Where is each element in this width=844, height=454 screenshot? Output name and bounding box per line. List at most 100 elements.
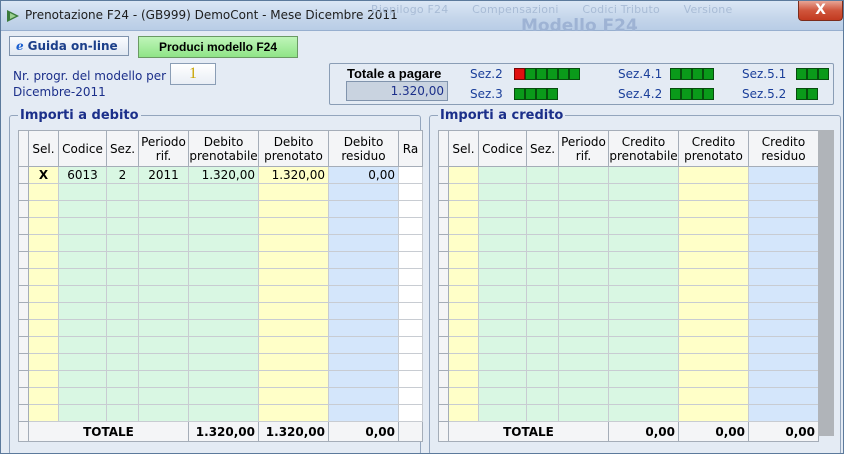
cell-prenotabile[interactable] xyxy=(188,404,259,422)
cell-codice[interactable] xyxy=(58,404,107,422)
cell-periodo[interactable] xyxy=(558,183,609,201)
cell-prenotato[interactable] xyxy=(258,234,329,252)
credito-vertical-scrollbar[interactable] xyxy=(818,130,834,436)
cell-residuo[interactable] xyxy=(748,217,819,235)
cell-codice[interactable] xyxy=(478,200,527,218)
cell-prenotabile[interactable] xyxy=(608,200,679,218)
cell-sez[interactable] xyxy=(526,268,559,286)
cell-residuo[interactable] xyxy=(748,370,819,388)
cell-prenotato[interactable] xyxy=(258,302,329,320)
cell-sel[interactable] xyxy=(28,285,59,303)
col-header-sez[interactable]: Sez. xyxy=(106,130,139,167)
credito-row[interactable] xyxy=(438,353,819,371)
cell-codice[interactable] xyxy=(58,336,107,354)
debito-row[interactable] xyxy=(18,217,423,235)
cell-sez[interactable] xyxy=(106,251,139,269)
credito-row[interactable] xyxy=(438,285,819,303)
cell-residuo[interactable] xyxy=(328,387,399,405)
cell-sel[interactable] xyxy=(448,217,479,235)
help-online-button[interactable]: e Guida on-line xyxy=(9,36,129,56)
cell-prenotabile[interactable] xyxy=(188,200,259,218)
cell-sel[interactable] xyxy=(448,234,479,252)
debito-row[interactable] xyxy=(18,319,423,337)
cell-periodo[interactable] xyxy=(138,302,189,320)
cell-sel[interactable] xyxy=(448,200,479,218)
cell-prenotato[interactable] xyxy=(678,302,749,320)
cell-periodo[interactable] xyxy=(558,200,609,218)
debito-row[interactable] xyxy=(18,251,423,269)
cell-sez[interactable] xyxy=(526,387,559,405)
cell-rate[interactable] xyxy=(398,234,423,252)
cell-residuo[interactable] xyxy=(328,234,399,252)
cell-sel[interactable] xyxy=(28,370,59,388)
debito-row[interactable] xyxy=(18,404,423,422)
cell-sez[interactable] xyxy=(106,336,139,354)
cell-codice[interactable] xyxy=(478,319,527,337)
title-bar[interactable]: Prenotazione F24 - (GB999) DemoCont - Me… xyxy=(1,1,843,36)
cell-codice[interactable] xyxy=(478,387,527,405)
cell-codice[interactable] xyxy=(58,302,107,320)
debito-row[interactable] xyxy=(18,302,423,320)
debito-row[interactable] xyxy=(18,268,423,286)
cell-residuo[interactable] xyxy=(328,268,399,286)
cell-rate[interactable] xyxy=(398,370,423,388)
cell-prenotato[interactable] xyxy=(678,319,749,337)
credito-row[interactable] xyxy=(438,183,819,201)
col-header-sez[interactable]: Sez. xyxy=(526,130,559,167)
cell-prenotato[interactable] xyxy=(258,404,329,422)
cell-sez[interactable] xyxy=(526,302,559,320)
cell-rate[interactable] xyxy=(398,302,423,320)
col-header-codice[interactable]: Codice xyxy=(478,130,527,167)
cell-sez[interactable] xyxy=(526,217,559,235)
cell-residuo[interactable] xyxy=(328,183,399,201)
cell-periodo[interactable] xyxy=(558,319,609,337)
cell-residuo[interactable] xyxy=(748,251,819,269)
cell-prenotabile[interactable] xyxy=(608,319,679,337)
cell-prenotabile[interactable] xyxy=(188,336,259,354)
cell-sez[interactable] xyxy=(526,319,559,337)
credito-row[interactable] xyxy=(438,387,819,405)
cell-sel[interactable] xyxy=(448,166,479,184)
cell-residuo[interactable] xyxy=(748,404,819,422)
cell-prenotato[interactable] xyxy=(678,217,749,235)
cell-residuo[interactable] xyxy=(328,319,399,337)
cell-codice[interactable] xyxy=(478,217,527,235)
cell-residuo[interactable] xyxy=(328,336,399,354)
cell-sel[interactable] xyxy=(28,183,59,201)
cell-prenotato[interactable] xyxy=(678,183,749,201)
cell-sel[interactable] xyxy=(448,251,479,269)
cell-sel[interactable] xyxy=(448,353,479,371)
cell-codice[interactable] xyxy=(478,302,527,320)
cell-prenotabile[interactable]: 1.320,00 xyxy=(188,166,259,184)
credito-table[interactable]: Sel. Codice Sez. Periodo rif. Credito pr… xyxy=(438,130,819,442)
cell-periodo[interactable] xyxy=(138,268,189,286)
cell-sez[interactable] xyxy=(106,200,139,218)
col-header-credito-prenotabile[interactable]: Credito prenotabile xyxy=(608,130,679,167)
cell-codice[interactable] xyxy=(478,268,527,286)
cell-rate[interactable] xyxy=(398,319,423,337)
cell-periodo[interactable] xyxy=(138,183,189,201)
col-header-codice[interactable]: Codice xyxy=(58,130,107,167)
cell-sez[interactable] xyxy=(106,302,139,320)
debito-row[interactable] xyxy=(18,285,423,303)
cell-prenotato[interactable] xyxy=(258,353,329,371)
cell-prenotato[interactable] xyxy=(258,183,329,201)
cell-prenotabile[interactable] xyxy=(188,370,259,388)
cell-sez[interactable] xyxy=(106,234,139,252)
cell-rate[interactable] xyxy=(398,387,423,405)
debito-row[interactable] xyxy=(18,183,423,201)
cell-prenotato[interactable] xyxy=(678,234,749,252)
cell-sez[interactable] xyxy=(106,370,139,388)
cell-prenotato[interactable] xyxy=(678,336,749,354)
cell-prenotato[interactable] xyxy=(258,336,329,354)
cell-sel[interactable] xyxy=(448,183,479,201)
cell-residuo[interactable] xyxy=(748,285,819,303)
cell-rate[interactable] xyxy=(398,200,423,218)
cell-prenotabile[interactable] xyxy=(188,387,259,405)
cell-sez[interactable] xyxy=(526,285,559,303)
debito-table[interactable]: Sel. Codice Sez. Periodo rif. Debito pre… xyxy=(18,130,423,442)
cell-sel[interactable] xyxy=(28,336,59,354)
cell-prenotato[interactable] xyxy=(678,285,749,303)
close-button[interactable]: X xyxy=(798,1,843,21)
credito-row[interactable] xyxy=(438,251,819,269)
